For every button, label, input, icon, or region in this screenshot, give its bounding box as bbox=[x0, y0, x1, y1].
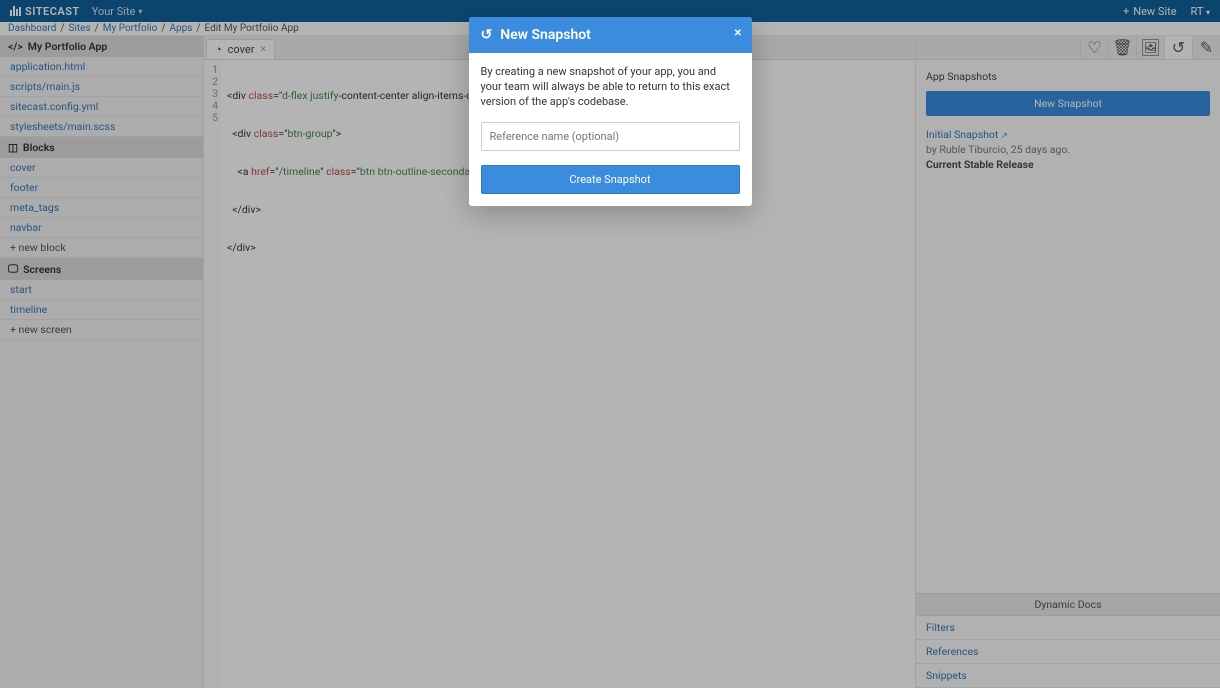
create-snapshot-button[interactable]: Create Snapshot bbox=[481, 165, 740, 194]
reference-name-input[interactable] bbox=[481, 122, 740, 151]
modal-body-text: By creating a new snapshot of your app, … bbox=[481, 65, 740, 110]
new-snapshot-modal: ↺ New Snapshot × By creating a new snaps… bbox=[469, 17, 752, 206]
history-icon: ↺ bbox=[481, 27, 493, 43]
close-icon[interactable]: × bbox=[734, 25, 741, 41]
modal-overlay[interactable]: ↺ New Snapshot × By creating a new snaps… bbox=[0, 0, 1220, 688]
modal-title: New Snapshot bbox=[500, 27, 591, 43]
